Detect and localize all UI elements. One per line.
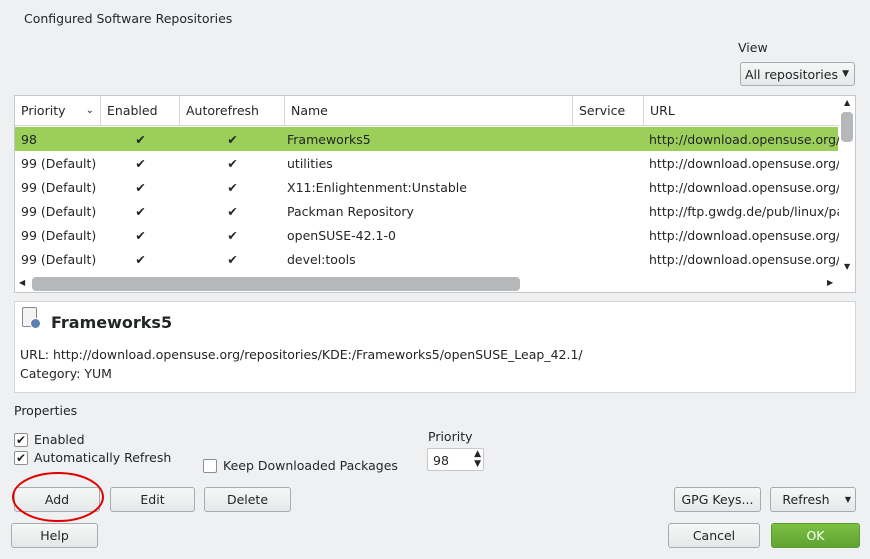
cell-url: http://ftp.gwdg.de/pub/linux/pa [649,203,839,219]
column-header-enabled[interactable]: Enabled [101,96,180,126]
view-select[interactable]: All repositories ▼ [740,62,855,86]
column-label: Name [291,103,328,118]
spin-up-icon[interactable]: ▲ [474,449,481,459]
column-header-name[interactable]: Name [285,96,573,126]
view-label: View [738,40,768,55]
cell-autorefresh: ✔ [227,227,238,243]
edit-button[interactable]: Edit [110,487,195,512]
scroll-left-icon[interactable]: ◀ [19,278,25,287]
cell-priority: 99 (Default) [21,227,97,243]
cell-name: devel:tools [287,251,356,267]
scroll-down-icon[interactable]: ▼ [844,262,850,271]
cell-enabled: ✔ [135,155,146,171]
enabled-label: Enabled [34,432,85,447]
column-label: Autorefresh [186,103,259,118]
checkbox-checked-icon: ✔ [14,432,28,447]
auto-refresh-checkbox[interactable]: ✔ Automatically Refresh [14,450,171,465]
cell-autorefresh: ✔ [227,131,238,147]
dialog-title: Configured Software Repositories [24,11,233,26]
repository-details: Frameworks5 URL: http://download.opensus… [14,301,856,393]
cell-enabled: ✔ [135,227,146,243]
table-row[interactable]: 99 (Default) ✔ ✔ utilities http://download.o… [15,151,839,175]
delete-button[interactable]: Delete [204,487,291,512]
horizontal-scroll-thumb[interactable] [32,277,520,291]
column-header-priority[interactable]: Priority ⌄ [15,96,101,126]
cell-url: http://download.opensuse.org/ [649,131,839,147]
horizontal-scrollbar[interactable]: ◀ ▶ [15,276,839,292]
cell-service [573,127,644,151]
cell-service [573,223,644,247]
cell-service [573,247,644,271]
vertical-scroll-thumb[interactable] [841,112,853,142]
cell-enabled: ✔ [135,179,146,195]
cell-priority: 99 (Default) [21,179,97,195]
cell-url: http://download.opensuse.org/ [649,251,839,267]
column-header-autorefresh[interactable]: Autorefresh [180,96,285,126]
table-row[interactable]: 99 (Default) ✔ ✔ X11:Enlightenment:Unstable… [15,175,839,199]
checkbox-unchecked-icon [203,458,217,473]
refresh-label: Refresh [782,492,830,507]
detail-category: Category: YUM [20,366,112,381]
view-selected: All repositories [745,66,838,82]
repository-icon [22,307,42,331]
column-label: Priority [21,103,66,118]
cell-url: http://download.opensuse.org/ [649,155,839,171]
annotation-circle [12,472,104,522]
cell-priority: 98 [21,131,37,147]
column-header-service[interactable]: Service [573,96,644,126]
cell-service [573,175,644,199]
cell-autorefresh: ✔ [227,251,238,267]
properties-heading: Properties [14,403,78,418]
cell-enabled: ✔ [135,251,146,267]
chevron-down-icon: ▼ [842,69,849,79]
cell-name: X11:Enlightenment:Unstable [287,179,467,195]
cell-name: utilities [287,155,333,171]
priority-label: Priority [428,429,473,444]
column-label: Service [579,103,626,118]
cell-name: Frameworks5 [287,131,371,147]
vertical-scrollbar[interactable]: ▲ ▼ [839,96,856,276]
cell-autorefresh: ✔ [227,155,238,171]
checkbox-checked-icon: ✔ [14,450,28,465]
column-label: Enabled [107,103,158,118]
cell-priority: 99 (Default) [21,155,97,171]
cell-url: http://download.opensuse.org/ [649,179,839,195]
keep-packages-label: Keep Downloaded Packages [223,458,398,473]
cell-enabled: ✔ [135,131,146,147]
cell-enabled: ✔ [135,203,146,219]
sort-chevron-icon: ⌄ [85,105,94,116]
chevron-down-icon[interactable]: ▼ [845,495,851,504]
detail-url: URL: http://download.opensuse.org/reposi… [20,347,583,362]
cell-autorefresh: ✔ [227,179,238,195]
cell-autorefresh: ✔ [227,203,238,219]
cell-name: openSUSE-42.1-0 [287,227,396,243]
repository-table: Priority ⌄ Enabled Autorefresh Name Servi… [14,95,856,293]
ok-button[interactable]: OK [771,523,860,548]
table-row[interactable]: 98 ✔ ✔ Frameworks5 http://download.opensuse.… [15,127,839,151]
enabled-checkbox[interactable]: ✔ Enabled [14,432,85,447]
cell-service [573,199,644,223]
scroll-up-icon[interactable]: ▲ [844,98,850,107]
priority-value: 98 [433,453,449,468]
cell-priority: 99 (Default) [21,251,97,267]
gpg-keys-button[interactable]: GPG Keys... [674,487,761,512]
cell-priority: 99 (Default) [21,203,97,219]
auto-refresh-label: Automatically Refresh [34,450,172,465]
priority-spinbox[interactable]: 98 ▲ ▼ [427,448,484,471]
spin-down-icon[interactable]: ▼ [474,459,481,469]
table-row[interactable]: 99 (Default) ✔ ✔ openSUSE-42.1-0 http://down… [15,223,839,247]
cell-url: http://download.opensuse.org/ [649,227,839,243]
refresh-button[interactable]: Refresh ▼ [770,487,856,512]
cancel-button[interactable]: Cancel [668,523,760,548]
cell-name: Packman Repository [287,203,414,219]
column-label: URL [650,103,675,118]
help-button[interactable]: Help [11,523,98,548]
cell-service [573,151,644,175]
column-header-url[interactable]: URL [644,96,839,126]
table-row[interactable]: 99 (Default) ✔ ✔ devel:tools http://download… [15,247,839,271]
detail-name: Frameworks5 [51,313,173,332]
keep-packages-checkbox[interactable]: Keep Downloaded Packages [203,458,398,473]
table-row[interactable]: 99 (Default) ✔ ✔ Packman Repository http://f… [15,199,839,223]
scroll-right-icon[interactable]: ▶ [827,278,833,287]
